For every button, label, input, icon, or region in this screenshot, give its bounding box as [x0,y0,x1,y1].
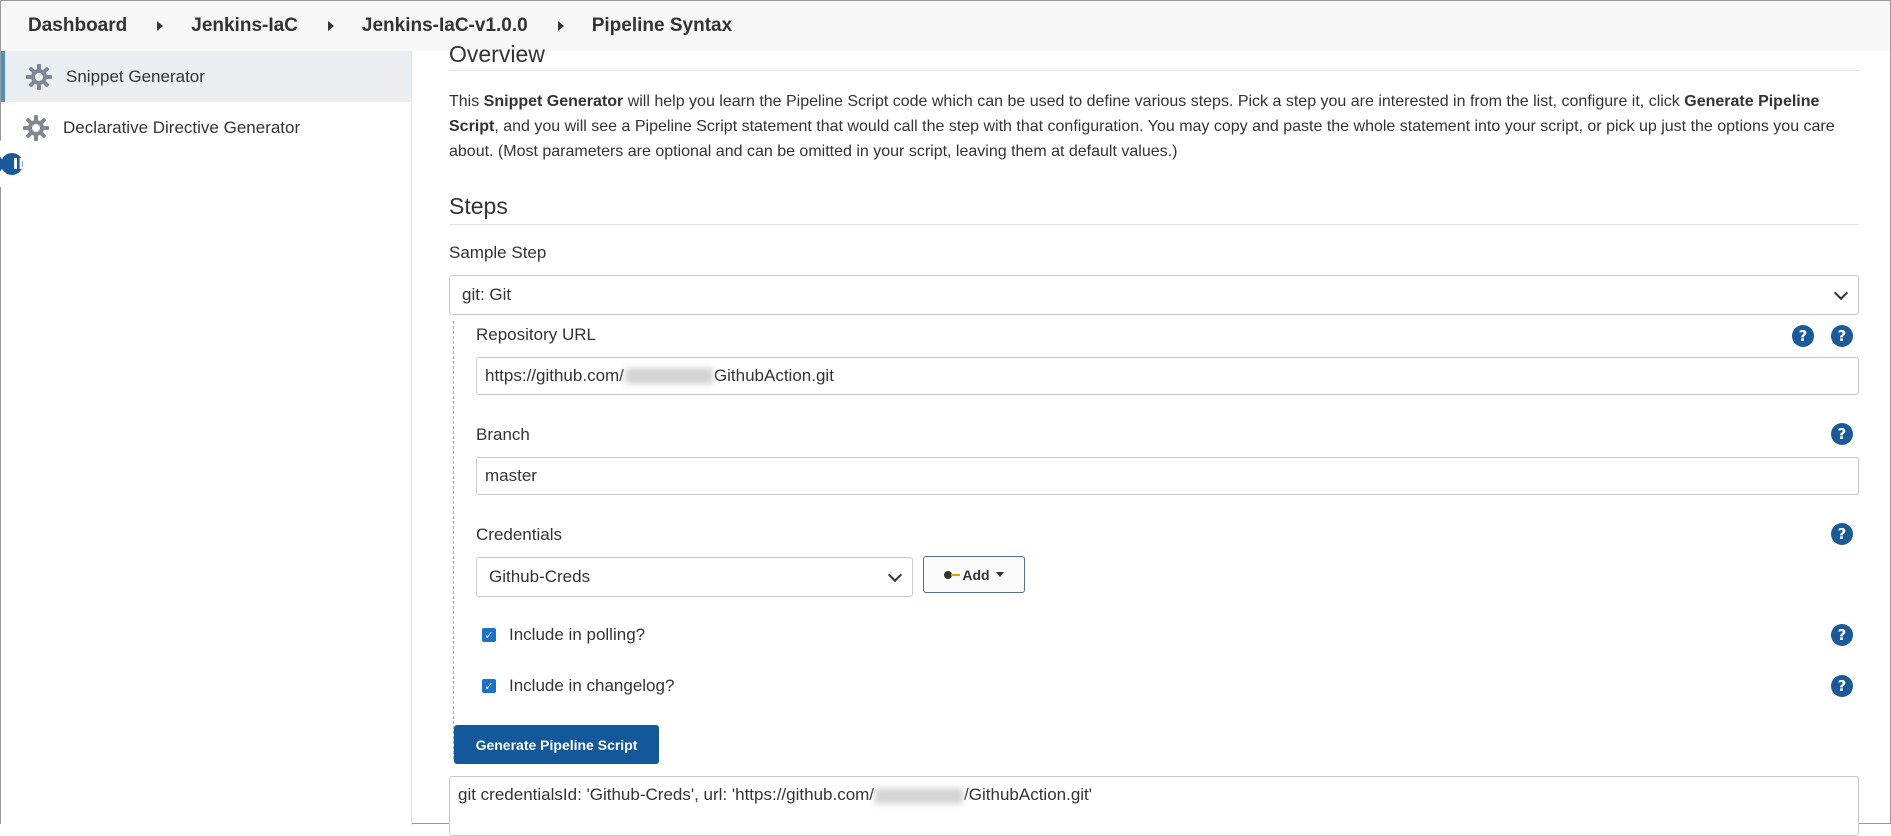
snippet-generator-description: This Snippet Generator will help you lea… [449,93,1835,160]
sidebar: Snippet Generator Declarative Directive … [0,51,412,825]
redacted-username [624,368,713,384]
breadcrumb-separator-icon[interactable] [557,21,564,31]
include-in-polling-label: Include in polling? [509,625,646,644]
add-credentials-button[interactable]: Add [923,556,1025,593]
key-icon [944,570,961,579]
chevron-down-icon [1833,285,1849,301]
sidebar-item-intellij-idea-gdsl[interactable]: ? IntelliJ IDEA GDSL [0,137,67,191]
sidebar-item-label: Declarative Directive Generator [63,117,301,137]
branch-input[interactable]: master [476,457,1859,495]
caret-down-icon [995,572,1004,577]
credentials-label: Credentials [476,525,562,544]
chevron-down-icon [887,567,903,583]
help-icon: ? [0,150,3,178]
repository-url-input[interactable]: https://github.com/GithubAction.git [476,357,1859,395]
config-indent-divider [453,321,454,759]
breadcrumb-separator-icon[interactable] [157,21,164,31]
sample-step-label: Sample Step [449,243,547,262]
breadcrumb-separator-icon[interactable] [327,21,334,31]
include-in-polling-row: ✓ Include in polling? [482,625,645,645]
include-in-changelog-checkbox[interactable]: ✓ [482,679,496,693]
gear-icon [25,63,53,91]
generate-pipeline-script-button[interactable]: Generate Pipeline Script [454,725,659,764]
include-in-polling-checkbox[interactable]: ✓ [482,628,496,642]
help-icon[interactable]: ? [1831,325,1853,347]
breadcrumb-dashboard[interactable]: Dashboard [24,15,131,37]
help-icon[interactable]: ? [1831,624,1853,646]
branch-label: Branch [476,425,530,444]
breadcrumb-jenkins-iac-version[interactable]: Jenkins-IaC-v1.0.0 [358,15,532,37]
include-in-changelog-row: ✓ Include in changelog? [482,676,674,696]
sample-step-select[interactable]: git: Git [449,275,1859,315]
help-icon[interactable]: ? [1792,325,1814,347]
breadcrumb-jenkins-iac[interactable]: Jenkins-IaC [187,15,302,37]
sidebar-item-label: IntelliJ IDEA GDSL [12,137,68,191]
overview-heading: Overview [449,41,1859,71]
include-in-changelog-label: Include in changelog? [509,676,675,695]
repository-url-label: Repository URL [476,325,596,344]
generated-script-output[interactable]: git credentialsId: 'Github-Creds', url: … [449,776,1859,836]
steps-heading: Steps [449,193,1859,225]
help-icon[interactable]: ? [1831,523,1853,545]
breadcrumb-pipeline-syntax[interactable]: Pipeline Syntax [588,15,736,37]
help-icon[interactable]: ? [1831,423,1853,445]
sidebar-item-label: Snippet Generator [66,66,205,86]
redacted-username [875,787,964,804]
sidebar-item-snippet-generator[interactable]: Snippet Generator [1,51,411,102]
credentials-select[interactable]: Github-Creds [476,557,913,597]
help-icon[interactable]: ? [1831,675,1853,697]
